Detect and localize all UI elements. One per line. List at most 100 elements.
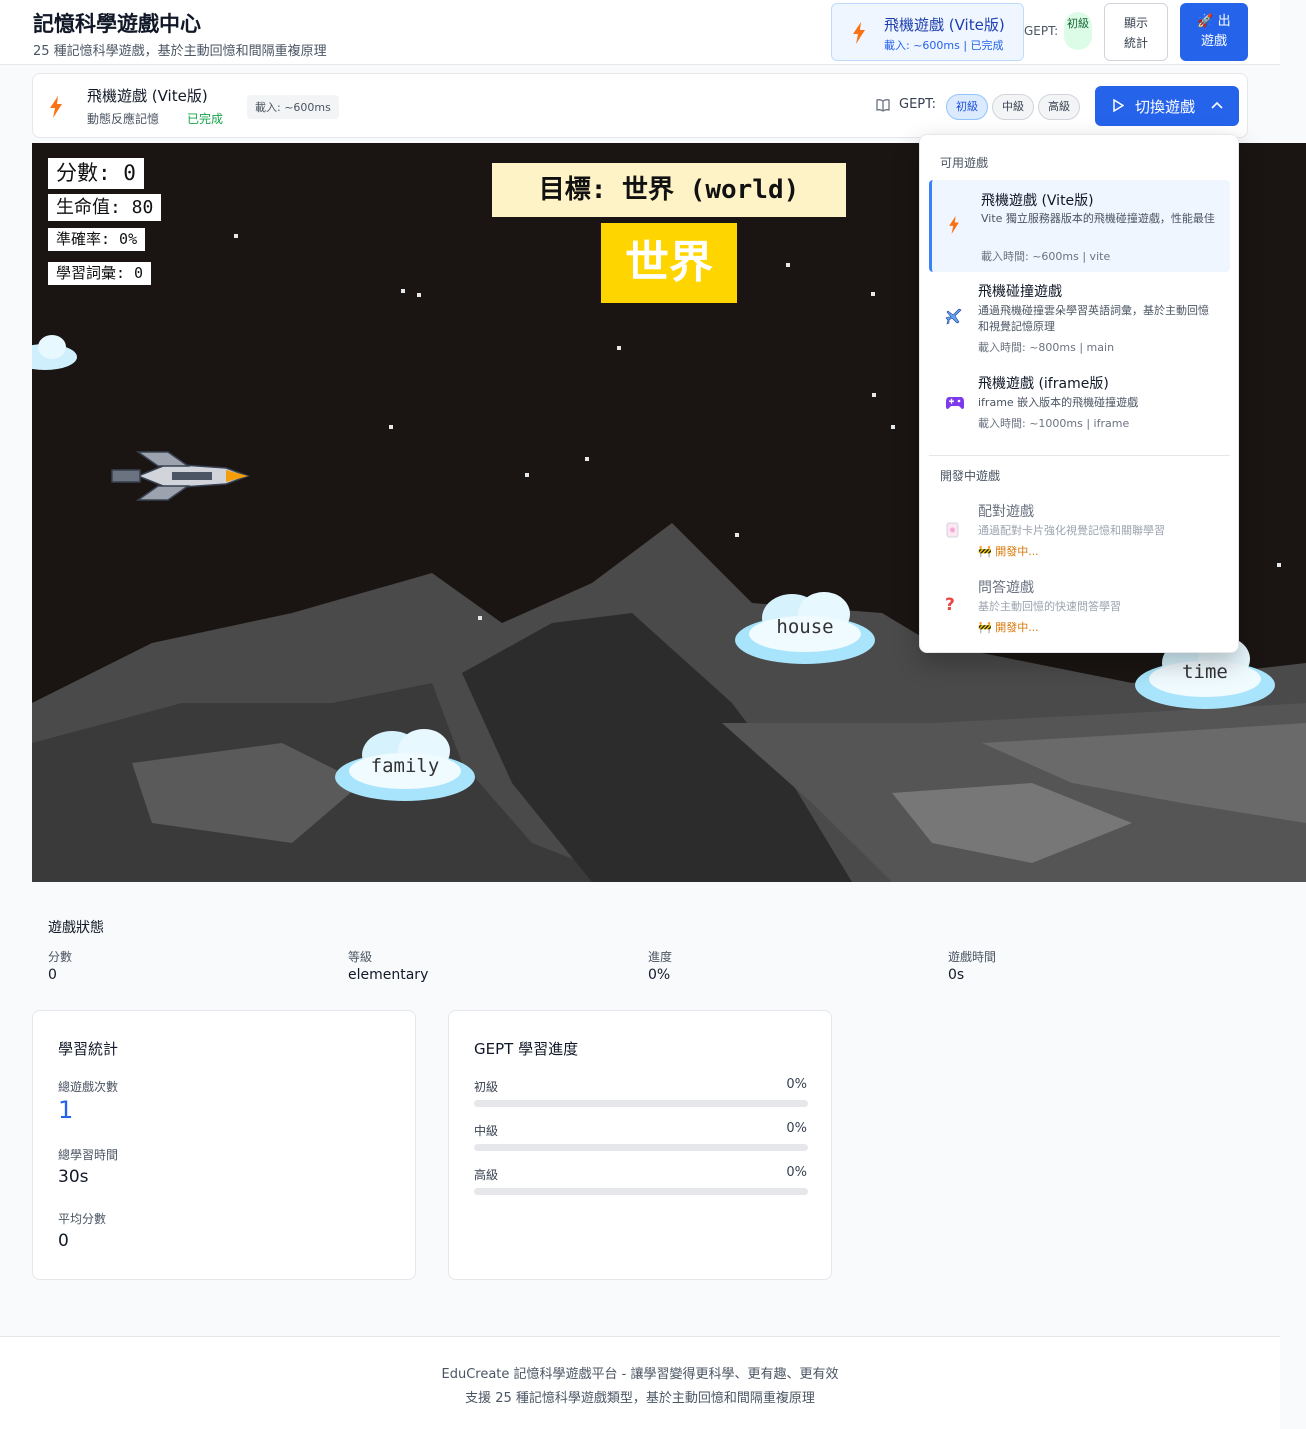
menu-item-plane-game[interactable]: 飛機碰撞遊戲 通過飛機碰撞雲朵學習英語詞彙，基於主動回憶和視覺記憶原理 載入時間… — [929, 275, 1230, 365]
total-time-value: 30s — [58, 1167, 89, 1187]
level-elementary-button[interactable]: 初級 — [946, 94, 988, 120]
status-time-label: 遊戲時間 — [948, 950, 997, 964]
level-advanced-button[interactable]: 高級 — [1038, 94, 1080, 120]
star — [1277, 563, 1281, 567]
hud-vocab: 學習詞彙: 0 — [48, 262, 152, 285]
menu-item-quiz-game: ? 問答遊戲 基於主動回憶的快速問答學習 🚧 開發中... — [929, 571, 1230, 641]
menu-item-desc: 通過配對卡片強化視覺記憶和關聯學習 — [978, 524, 1165, 537]
word-cloud-house[interactable]: house — [732, 588, 878, 674]
cloud-word: time — [1182, 661, 1228, 683]
available-games-heading: 可用遊戲 — [940, 156, 989, 170]
menu-item-matching-game: 配對遊戲 通過配對卡片強化視覺記憶和關聯學習 🚧 開發中... — [929, 495, 1230, 565]
menu-item-desc: 基於主動回憶的快速問答學習 — [978, 600, 1121, 613]
avg-score-value: 0 — [58, 1231, 69, 1251]
menu-item-name: 飛機遊戲 (iframe版) — [978, 376, 1109, 392]
star — [401, 289, 405, 293]
total-time-label: 總學習時間 — [58, 1148, 119, 1162]
progress-label-intermediate: 中級 — [474, 1124, 499, 1138]
status-score-label: 分數 — [48, 950, 73, 964]
menu-item-name: 飛機碰撞遊戲 — [978, 284, 1062, 300]
star — [585, 457, 589, 461]
menu-item-vite-game[interactable]: 飛機遊戲 (Vite版) Vite 獨立服務器版本的飛機碰撞遊戲，性能最佳 載入… — [929, 180, 1230, 272]
status-progress-value: 0% — [648, 967, 671, 983]
target-chinese-word: 世界 — [601, 223, 737, 303]
word-cloud-family[interactable]: family — [332, 725, 478, 811]
play-icon — [1113, 99, 1124, 112]
load-time-badge: 載入: ~600ms — [247, 95, 339, 119]
card-title: 學習統計 — [58, 1040, 119, 1058]
switch-game-button[interactable]: 切換遊戲 — [1095, 86, 1239, 126]
card-title: GEPT 學習進度 — [474, 1040, 579, 1058]
gept-label: GEPT: — [1024, 24, 1059, 38]
game-status-heading: 遊戲狀態 — [48, 920, 104, 936]
star — [234, 234, 238, 238]
gamepad-icon — [946, 397, 964, 409]
gept-label: GEPT: — [899, 97, 937, 112]
page-subtitle: 25 種記憶科學遊戲，基於主動回憶和間隔重複原理 — [33, 44, 327, 59]
menu-divider — [929, 455, 1230, 456]
target-word-banner: 目標: 世界 (world) — [492, 163, 846, 217]
menu-item-name: 問答遊戲 — [978, 580, 1034, 596]
lightning-icon — [50, 96, 62, 118]
progress-bar-advanced — [474, 1188, 808, 1195]
hud-hp: 生命值: 80 — [48, 194, 162, 221]
progress-label-elementary: 初級 — [474, 1080, 499, 1094]
progress-bar-elementary — [474, 1100, 808, 1107]
menu-item-status: 🚧 開發中... — [978, 545, 1039, 558]
progress-pct-elementary: 0% — [786, 1077, 807, 1092]
game-info-bar: 飛機遊戲 (Vite版) 動態反應記憶 已完成 載入: ~600ms GEPT:… — [32, 73, 1248, 138]
cloud-shape — [32, 335, 77, 370]
menu-item-desc: iframe 嵌入版本的飛機碰撞遊戲 — [978, 396, 1139, 409]
menu-item-desc: 通過飛機碰撞雲朵學習英語詞彙，基於主動回憶和視覺記憶原理 — [978, 304, 1209, 333]
menu-item-load: 載入時間: ~800ms | main — [978, 341, 1115, 354]
gept-level-badge: 初級 — [1064, 12, 1092, 50]
total-games-label: 總遊戲次數 — [58, 1080, 119, 1094]
menu-item-load: 載入時間: ~1000ms | iframe — [978, 417, 1130, 430]
menu-item-name: 配對遊戲 — [978, 504, 1034, 520]
lightning-icon — [853, 22, 865, 44]
menu-item-name: 飛機遊戲 (Vite版) — [981, 193, 1094, 209]
star — [871, 292, 875, 296]
game-name: 飛機遊戲 (Vite版) — [87, 87, 208, 105]
airplane-icon — [945, 308, 962, 325]
status-score-value: 0 — [48, 967, 57, 983]
page-title: 記憶科學遊戲中心 — [33, 12, 201, 36]
chevron-up-icon — [1211, 101, 1223, 109]
status-progress-label: 進度 — [648, 950, 673, 964]
star — [617, 346, 621, 350]
spaceship[interactable] — [108, 450, 254, 502]
progress-pct-advanced: 0% — [786, 1165, 807, 1180]
hud-score: 分數: 0 — [48, 158, 144, 189]
lightning-icon — [949, 216, 959, 234]
question-icon: ? — [945, 595, 955, 615]
current-game-name: 飛機遊戲 (Vite版) — [884, 16, 1005, 34]
star — [891, 425, 895, 429]
learning-stats-card: 學習統計 總遊戲次數 1 總學習時間 30s 平均分數 0 — [32, 1010, 416, 1280]
page-footer: EduCreate 記憶科學遊戲平台 - 讓學習變得更科學、更有趣、更有效 支援… — [0, 1336, 1280, 1429]
dev-games-heading: 開發中遊戲 — [940, 469, 1001, 483]
status-time-value: 0s — [948, 967, 965, 983]
star — [872, 393, 876, 397]
status-level-label: 等級 — [348, 950, 373, 964]
star — [389, 425, 393, 429]
game-status: 已完成 — [187, 112, 224, 126]
current-game-meta: 載入: ~600ms | 已完成 — [884, 39, 1004, 52]
game-description: 動態反應記憶 — [87, 112, 160, 126]
show-stats-button[interactable]: 顯示統計 — [1104, 3, 1168, 61]
cloud-word: family — [370, 755, 440, 777]
word-cloud-partial[interactable] — [32, 331, 78, 375]
star — [525, 473, 529, 477]
exit-game-button[interactable]: 🚀 出遊戲 — [1180, 3, 1248, 61]
book-icon — [876, 99, 890, 112]
star — [735, 533, 739, 537]
menu-item-iframe-game[interactable]: 飛機遊戲 (iframe版) iframe 嵌入版本的飛機碰撞遊戲 載入時間: … — [929, 367, 1230, 439]
avg-score-label: 平均分數 — [58, 1212, 107, 1226]
menu-item-desc: Vite 獨立服務器版本的飛機碰撞遊戲，性能最佳 — [981, 212, 1215, 225]
current-game-card[interactable]: 飛機遊戲 (Vite版) 載入: ~600ms | 已完成 — [831, 3, 1024, 61]
game-switcher-dropdown: 可用遊戲 飛機遊戲 (Vite版) Vite 獨立服務器版本的飛機碰撞遊戲，性能… — [919, 134, 1239, 653]
star — [786, 263, 790, 267]
hud-accuracy: 準確率: 0% — [48, 228, 146, 251]
level-intermediate-button[interactable]: 中級 — [992, 94, 1034, 120]
app-header: 記憶科學遊戲中心 25 種記憶科學遊戲，基於主動回憶和間隔重複原理 飛機遊戲 (… — [0, 0, 1280, 65]
menu-item-load: 載入時間: ~600ms | vite — [981, 250, 1111, 263]
